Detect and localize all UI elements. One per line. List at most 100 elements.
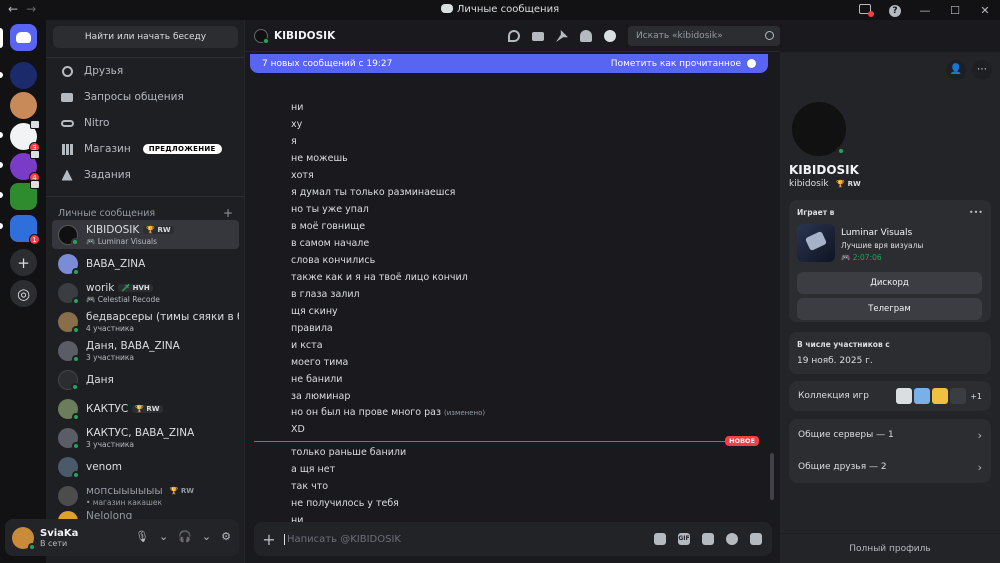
- profile-avatar[interactable]: [788, 98, 850, 160]
- roblox-icon: [896, 388, 913, 404]
- dm-item-kibidosik[interactable]: KIBIDOSIK 🏆 RW 🎮 Luminar Visuals: [52, 220, 239, 249]
- mark-as-read-label: Пометить как прочитанное: [610, 58, 741, 69]
- member-since-date: 19 нояб. 2025 г.: [797, 356, 873, 366]
- avatar: [58, 340, 80, 363]
- guild-tag: 🏆 RW: [132, 404, 163, 413]
- apps-icon[interactable]: [750, 533, 762, 545]
- inbox-button[interactable]: [850, 3, 880, 17]
- voice-call-icon[interactable]: [508, 30, 520, 42]
- server-icon-2[interactable]: [10, 92, 37, 119]
- server-icon-4[interactable]: 4: [10, 150, 40, 183]
- chat-title: KIBIDOSIK: [274, 29, 336, 42]
- message-text: но он был на прове много раз: [291, 407, 442, 418]
- profile-username: kibidosik 🏆 RW: [789, 179, 861, 189]
- message: щя скину: [291, 306, 338, 317]
- dm-item-group-kaktus[interactable]: КАКТУС, BABA_ZINA 3 участника: [52, 423, 239, 452]
- settings-gear-icon[interactable]: ⚙: [221, 530, 231, 543]
- dm-item-mopsy[interactable]: мопсыыыыыы 🏆 RW • магазин какашек: [52, 481, 239, 510]
- search-placeholder: Искать «kibidosik»: [636, 31, 723, 41]
- server-icon-6[interactable]: 1: [10, 215, 40, 245]
- add-friends-to-dm-icon[interactable]: [580, 30, 592, 42]
- nav-shop[interactable]: Магазин ПРЕДЛОЖЕНИЕ: [52, 138, 239, 160]
- online-status-icon: [263, 37, 269, 44]
- create-dm-button[interactable]: +: [223, 207, 233, 219]
- more-games-count: +1: [970, 391, 982, 401]
- mutual-friends-row[interactable]: Общие друзья — 2 ›: [789, 451, 991, 483]
- gif-icon[interactable]: GIF: [678, 533, 690, 545]
- full-profile-button[interactable]: Полный профиль: [780, 533, 1000, 563]
- chevron-down-icon[interactable]: ⌄: [202, 530, 211, 543]
- member-since-card: В числе участников с 19 нояб. 2025 г.: [789, 332, 991, 374]
- inbox-icon: [859, 3, 874, 17]
- dm-item-danya[interactable]: Даня: [52, 365, 239, 394]
- gift-icon[interactable]: [654, 533, 666, 545]
- add-friend-icon[interactable]: 👤: [946, 60, 966, 80]
- message-input[interactable]: Написать @KIBIDOSIK: [284, 533, 401, 545]
- maximize-button[interactable]: ☐: [940, 4, 970, 17]
- emoji-icon[interactable]: [726, 533, 738, 545]
- window-controls: ? — ☐ ✕: [850, 0, 1000, 20]
- mutual-servers-row[interactable]: Общие серверы — 1 ›: [789, 419, 991, 451]
- dm-item-worik[interactable]: worik 🗡 HVH 🎮 Celestial Recode: [52, 278, 239, 307]
- find-conversation-button[interactable]: Найти или начать беседу: [53, 26, 238, 48]
- scrollbar-thumb[interactable]: [770, 453, 774, 500]
- discord-link-button[interactable]: Дискорд: [797, 272, 982, 294]
- message-composer[interactable]: + Написать @KIBIDOSIK GIF: [254, 522, 772, 556]
- server-icon-1[interactable]: [10, 62, 37, 89]
- unread-pill: [0, 223, 3, 229]
- voice-controls: 🎙 ⌄ 🎧 ⌄ ⚙: [135, 530, 231, 543]
- game-title: Luminar Visuals: [841, 228, 913, 238]
- user-profile-icon[interactable]: [604, 30, 616, 42]
- guild-tag: 🏆 RW: [169, 486, 195, 495]
- nav-nitro[interactable]: Nitro: [52, 112, 239, 134]
- home-button[interactable]: [10, 24, 37, 51]
- online-status-icon: [72, 325, 80, 334]
- chat-area: KIBIDOSIK Искать «kibidosik» 7 новых соо…: [246, 20, 780, 563]
- divider: [46, 196, 244, 197]
- explore-button[interactable]: ◎: [10, 280, 37, 307]
- message: моего тима: [291, 357, 349, 368]
- add-server-button[interactable]: +: [10, 249, 37, 276]
- attach-plus-icon[interactable]: +: [254, 530, 284, 549]
- microphone-icon[interactable]: 🎙: [135, 530, 149, 543]
- avatar: [58, 369, 79, 391]
- guild-tag: 🏆 RW: [143, 225, 174, 234]
- playing-label: Играет в: [797, 208, 835, 217]
- telegram-link-button[interactable]: Телеграм: [797, 298, 982, 320]
- help-button[interactable]: ?: [880, 3, 910, 17]
- dm-item-kaktus[interactable]: КАКТУС 🏆 RW: [52, 394, 239, 423]
- minimize-button[interactable]: —: [910, 4, 940, 17]
- mark-as-read-button[interactable]: Пометить как прочитанное: [611, 59, 756, 69]
- more-options-icon[interactable]: ⋯: [972, 60, 992, 80]
- activity-more-icon[interactable]: •••: [969, 208, 983, 217]
- nav-friends[interactable]: Друзья: [52, 60, 239, 82]
- dm-item-venom[interactable]: venom: [52, 452, 239, 481]
- title-bar: ← → Личные сообщения ? — ☐ ✕: [0, 0, 1000, 20]
- dm-item-group-danya[interactable]: Даня, BABA_ZINA 3 участника: [52, 336, 239, 365]
- sticker-icon[interactable]: [702, 533, 714, 545]
- dm-activity: 🎮 Celestial Recode: [86, 294, 160, 304]
- chevron-down-icon[interactable]: ⌄: [159, 530, 168, 543]
- dm-item-group-bedwars[interactable]: бедварсеры (тимы сяяки в бз) 4 участника: [52, 307, 239, 336]
- game-collection-card[interactable]: Коллекция игр +1: [789, 381, 991, 411]
- dm-item-baba-zina[interactable]: BABA_ZINA: [52, 249, 239, 278]
- headphones-icon[interactable]: 🎧: [178, 530, 192, 543]
- server-icon-3[interactable]: 3: [10, 120, 40, 153]
- search-input[interactable]: Искать «kibidosik»: [628, 26, 780, 46]
- unread-pill: [0, 162, 3, 168]
- pin-icon[interactable]: [556, 30, 568, 42]
- close-button[interactable]: ✕: [970, 4, 1000, 17]
- message: не банили: [291, 374, 343, 385]
- new-messages-bar[interactable]: 7 новых сообщений с 19:27 Пометить как п…: [250, 54, 768, 73]
- new-badge: НОВОЕ: [725, 436, 759, 446]
- avatar: [58, 253, 80, 276]
- mutual-friends-label: Общие друзья — 2: [798, 462, 887, 472]
- nav-quests[interactable]: Задания: [52, 164, 239, 186]
- online-status-icon: [72, 470, 80, 479]
- dm-members: 3 участника: [86, 439, 135, 449]
- nav-message-requests[interactable]: Запросы общения: [52, 86, 239, 108]
- user-status: В сети: [40, 538, 68, 548]
- server-icon-5[interactable]: [10, 180, 40, 210]
- user-avatar[interactable]: [12, 526, 36, 551]
- video-call-icon[interactable]: [532, 31, 544, 41]
